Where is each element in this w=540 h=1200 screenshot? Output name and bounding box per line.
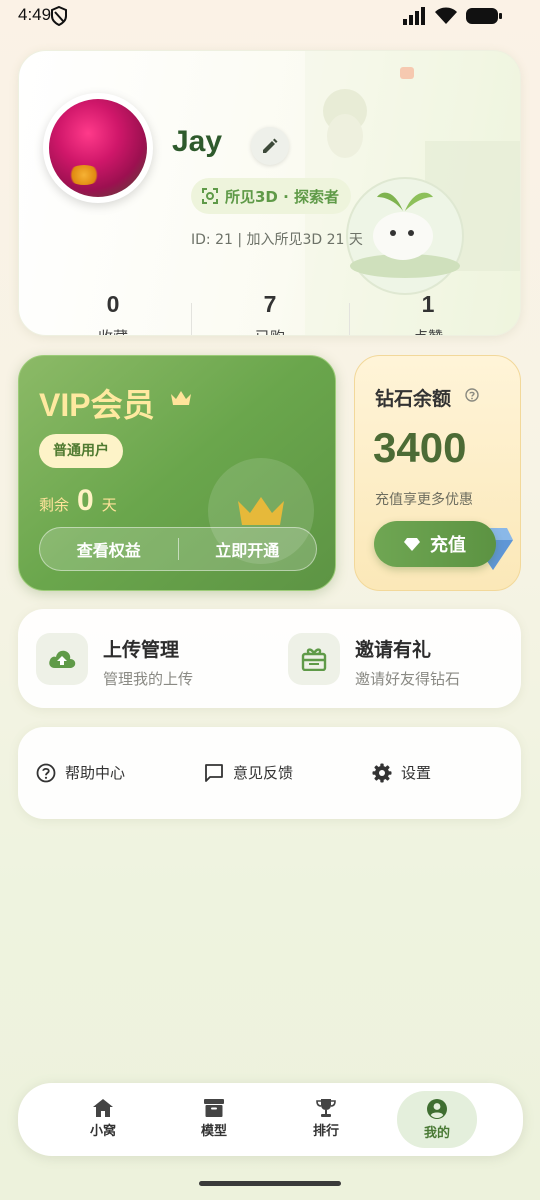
scan-icon <box>202 188 218 204</box>
user-icon <box>427 1099 447 1119</box>
edit-profile-button[interactable] <box>251 127 289 165</box>
recharge-button[interactable]: 充值 <box>374 521 496 567</box>
avatar <box>49 99 147 197</box>
pencil-icon <box>263 138 278 153</box>
action-subtitle: 邀请好友得钻石 <box>355 670 461 688</box>
gift-icon <box>301 648 327 671</box>
vip-card[interactable]: VIP会员 普通用户 剩余 0 天 查看权益 立即开通 <box>18 355 336 591</box>
open-vip-button[interactable]: 立即开通 <box>179 537 317 561</box>
vip-title: VIP会员 <box>39 387 155 423</box>
battery-icon <box>466 8 502 24</box>
nav-label: 模型 <box>200 1124 227 1139</box>
feedback-item[interactable]: 意见反馈 <box>204 762 293 783</box>
user-name: Jay <box>172 125 223 158</box>
stat-label: 已购 <box>210 326 330 335</box>
action-title: 邀请有礼 <box>355 639 432 661</box>
feedback-icon <box>205 763 223 782</box>
crown-icon <box>171 391 191 405</box>
crown-icon <box>238 497 284 525</box>
upload-management-item[interactable]: 上传管理 管理我的上传 <box>36 609 266 708</box>
bottom-navigation: 小窝 模型 排行 我的 <box>18 1083 523 1156</box>
help-icon[interactable] <box>465 388 479 402</box>
signal-icon <box>403 7 425 25</box>
nav-mine[interactable]: 我的 <box>397 1091 477 1148</box>
stat-value: 7 <box>263 291 277 317</box>
settings-item[interactable]: 设置 <box>372 762 431 783</box>
action-subtitle: 管理我的上传 <box>103 670 194 688</box>
divider <box>191 303 192 335</box>
nav-label: 我的 <box>423 1126 450 1141</box>
stat-value: 1 <box>421 291 435 317</box>
remaining-days: 剩余 0 天 <box>39 484 117 518</box>
nav-models[interactable]: 模型 <box>174 1091 254 1148</box>
diamond-promo: 充值享更多优惠 <box>375 492 473 508</box>
title-badge: 所见3D · 探索者 <box>191 178 352 214</box>
wifi-icon <box>435 7 457 24</box>
divider <box>349 303 350 335</box>
menu-card: 帮助中心 意见反馈 设置 <box>18 727 521 819</box>
user-meta: ID: 21 | 加入所见3D 21 天 <box>191 232 363 248</box>
stat-likes[interactable]: 1 点赞 <box>368 291 488 335</box>
nav-ranking[interactable]: 排行 <box>286 1091 366 1148</box>
title-badge-text: 所见3D · 探索者 <box>225 187 340 206</box>
menu-label: 帮助中心 <box>65 764 126 782</box>
invite-gift-item[interactable]: 邀请有礼 邀请好友得钻石 <box>288 609 508 708</box>
trophy-icon <box>316 1099 336 1117</box>
stat-purchased[interactable]: 7 已购 <box>210 291 330 335</box>
recharge-label: 充值 <box>430 535 466 556</box>
vip-actions: 查看权益 立即开通 <box>39 527 317 571</box>
status-bar: 4:49 <box>0 0 540 36</box>
home-indicator[interactable] <box>199 1181 341 1186</box>
diamond-title: 钻石余额 <box>375 388 452 410</box>
stat-label: 点赞 <box>368 326 488 335</box>
remain-suffix: 天 <box>101 496 117 514</box>
cloud-upload-icon <box>49 650 76 668</box>
nav-home[interactable]: 小窝 <box>63 1091 143 1148</box>
action-title: 上传管理 <box>103 639 180 661</box>
stat-value: 0 <box>106 291 120 317</box>
gear-icon <box>372 763 392 782</box>
nav-label: 排行 <box>312 1124 339 1139</box>
help-icon <box>36 763 56 782</box>
remain-prefix: 剩余 <box>39 496 70 514</box>
diamond-balance-card: 钻石余额 3400 充值享更多优惠 充值 <box>354 355 521 591</box>
remain-days-value: 0 <box>77 484 94 517</box>
menu-label: 设置 <box>401 764 432 782</box>
membership-level-badge: 普通用户 <box>39 434 123 468</box>
stat-favorites[interactable]: 0 收藏 <box>53 291 173 335</box>
status-time: 4:49 <box>18 5 52 24</box>
nav-label: 小窝 <box>89 1124 116 1139</box>
action-icon-box <box>288 633 340 685</box>
stat-label: 收藏 <box>53 326 173 335</box>
diamond-amount: 3400 <box>373 424 467 471</box>
menu-label: 意见反馈 <box>233 764 294 782</box>
box-icon <box>204 1099 224 1117</box>
view-benefits-button[interactable]: 查看权益 <box>40 537 178 561</box>
quick-actions-card: 上传管理 管理我的上传 邀请有礼 邀请好友得钻石 <box>18 609 521 708</box>
avatar-frame[interactable] <box>43 93 153 203</box>
diamond-icon <box>404 537 420 551</box>
action-icon-box <box>36 633 88 685</box>
profile-card: Jay 所见3D · 探索者 ID: 21 | 加入所见3D 21 天 0 收藏… <box>18 50 521 336</box>
shield-icon <box>51 6 67 26</box>
home-icon <box>93 1099 113 1117</box>
help-center-item[interactable]: 帮助中心 <box>36 762 125 783</box>
